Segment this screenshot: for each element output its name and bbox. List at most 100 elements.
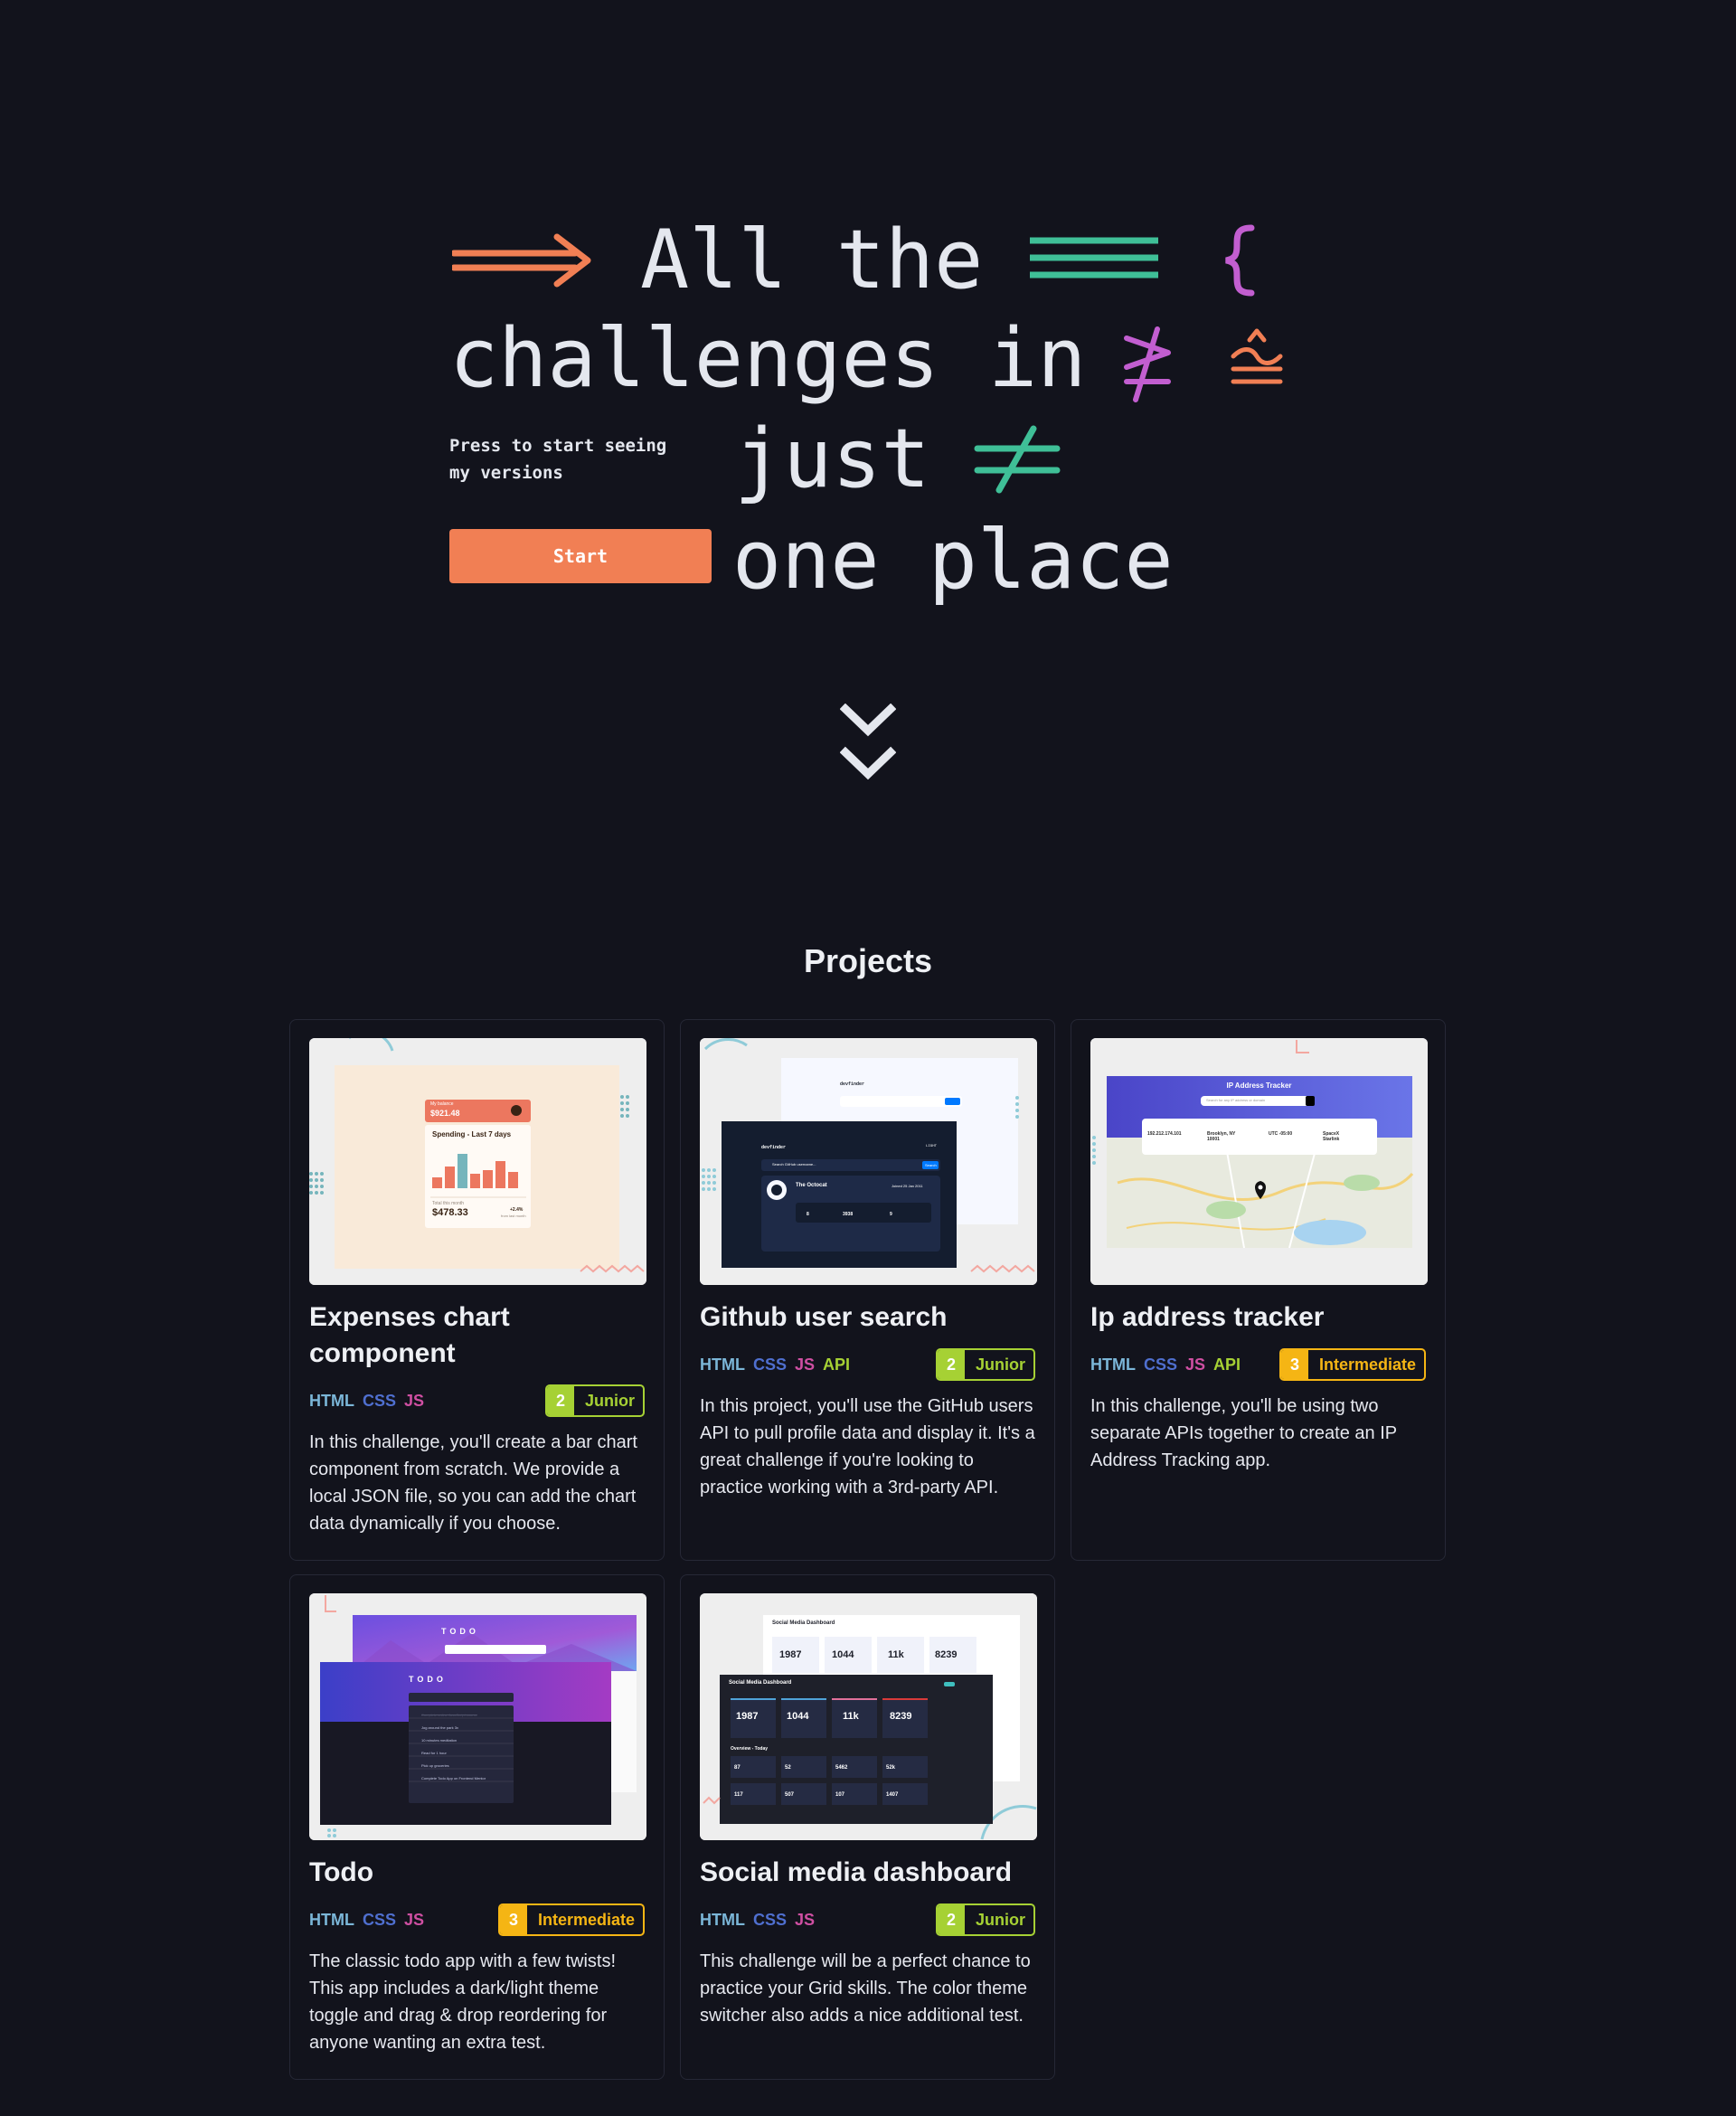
project-title: Ip address tracker <box>1090 1302 1325 1332</box>
thumb-following: 9 <box>890 1212 892 1217</box>
tag-js: JS <box>795 1355 816 1374</box>
tech-tags: HTML CSS JS API <box>1090 1356 1249 1374</box>
follower-count: 1044 <box>787 1711 809 1722</box>
tag-css: CSS <box>752 1910 787 1929</box>
difficulty-badge: 2 Junior <box>935 1903 1035 1936</box>
project-description: This challenge will be a perfect chance … <box>700 1951 1031 2026</box>
follower-count: 8239 <box>935 1649 958 1660</box>
tag-api: API <box>1213 1355 1241 1374</box>
thumb-heading-dark: TODO <box>409 1675 447 1684</box>
project-description: In this challenge, you'll be using two s… <box>1090 1396 1397 1470</box>
difficulty-badge: 3 Intermediate <box>497 1903 645 1936</box>
project-thumbnail: Social Media Dashboard Social Media Dash… <box>700 1593 1037 1840</box>
tech-tags: HTML CSS JS <box>309 1911 432 1930</box>
thumb-overview: Overview - Today <box>731 1746 769 1752</box>
project-thumbnail: My balance $921.48 Spending - Last 7 day… <box>309 1038 646 1285</box>
todo-item: Complete Todo App on Frontend Mentor <box>421 1776 486 1781</box>
thumb-timezone: UTC -05:00 <box>1269 1131 1293 1137</box>
thumb-total: $478.33 <box>432 1207 468 1218</box>
tag-html: HTML <box>309 1910 354 1929</box>
tag-html: HTML <box>700 1910 745 1929</box>
stat-value: 52 <box>785 1765 791 1771</box>
project-title: Expenses chart component <box>309 1302 510 1368</box>
project-description: In this project, you'll use the GitHub u… <box>700 1396 1035 1497</box>
difficulty-badge: 2 Junior <box>935 1348 1035 1381</box>
tag-css: CSS <box>752 1355 787 1374</box>
thumb-followers: 3938 <box>843 1212 854 1217</box>
project-title: Todo <box>309 1857 374 1887</box>
project-title: Github user search <box>700 1302 948 1332</box>
thumb-joined: Joined 25 Jan 2011 <box>892 1184 923 1188</box>
project-thumbnail: devfinder devfinder LIGHT Search GitHub … <box>700 1038 1037 1285</box>
thumb-chart-title: Spending - Last 7 days <box>432 1130 512 1138</box>
tag-html: HTML <box>309 1391 354 1410</box>
hero-line-4: one place <box>732 513 1174 608</box>
follower-count: 8239 <box>890 1711 912 1722</box>
thumb-repos: 8 <box>807 1212 809 1217</box>
project-card-expenses[interactable]: My balance $921.48 Spending - Last 7 day… <box>289 1019 665 1561</box>
hero-note: Press to start seeing my versions <box>449 436 667 483</box>
hero-line-2: challenges in <box>449 311 1087 406</box>
project-description: The classic todo app with a few twists! … <box>309 1951 617 2053</box>
thumb-heading-light: TODO <box>441 1627 479 1636</box>
thumb-heading-light: Social Media Dashboard <box>772 1620 835 1626</box>
not-equal-icon <box>974 425 1061 494</box>
stat-value: 52k <box>886 1765 896 1771</box>
thumb-heading: Social Media Dashboard <box>729 1680 792 1686</box>
start-button[interactable]: Start <box>449 529 712 583</box>
project-card-social-dashboard[interactable]: Social Media Dashboard Social Media Dash… <box>680 1574 1055 2080</box>
follower-count: 1044 <box>832 1649 854 1660</box>
thumb-balance: $921.48 <box>430 1109 460 1118</box>
not-greater-equal-icon <box>1124 326 1171 402</box>
difficulty-badge: 2 Junior <box>544 1384 645 1417</box>
stat-value: 107 <box>835 1792 845 1798</box>
tag-html: HTML <box>700 1355 745 1374</box>
follower-count: 11k <box>888 1649 904 1660</box>
stat-value: 5462 <box>835 1765 848 1771</box>
thumb-isp: SpaceX Starlink <box>1323 1131 1340 1142</box>
stat-value: 87 <box>734 1765 741 1771</box>
thumb-total-label: Total this month <box>432 1201 465 1206</box>
tag-api: API <box>823 1355 851 1374</box>
thumb-search: Search GitHub username... <box>772 1162 816 1167</box>
thumb-brand: devfinder <box>840 1082 865 1087</box>
thumb-todo-list: Complete online JavaScript course Jog ar… <box>421 1709 486 1785</box>
thumb-search: Search for any IP address or domain <box>1206 1098 1266 1102</box>
thumb-location: Brooklyn, NY 10001 <box>1207 1131 1236 1142</box>
project-title: Social media dashboard <box>700 1857 1013 1887</box>
tag-css: CSS <box>1143 1355 1177 1374</box>
tag-css: CSS <box>362 1910 396 1929</box>
follower-count: 1987 <box>779 1649 802 1660</box>
stat-value: 507 <box>785 1792 795 1798</box>
thumb-brand-dark: devfinder <box>761 1145 787 1150</box>
todo-item: 10 minutes meditation <box>421 1738 458 1743</box>
tag-js: JS <box>1185 1355 1206 1374</box>
thumb-mode: LIGHT <box>926 1145 938 1148</box>
project-description: In this challenge, you'll create a bar c… <box>309 1432 637 1534</box>
thumb-pct: +2.4% <box>510 1207 524 1213</box>
thumb-user-name: The Octocat <box>796 1183 827 1188</box>
thumb-pct-label: from last month <box>501 1214 526 1218</box>
project-card-github[interactable]: devfinder devfinder LIGHT Search GitHub … <box>680 1019 1055 1561</box>
stat-value: 117 <box>734 1792 743 1798</box>
todo-item: Jog around the park 3x <box>421 1725 458 1730</box>
follower-count: 11k <box>843 1711 859 1722</box>
double-arrow-icon <box>452 233 591 288</box>
triple-equals-icon <box>1030 237 1158 279</box>
tag-js: JS <box>404 1391 425 1410</box>
tech-tags: HTML CSS JS <box>700 1911 823 1930</box>
project-card-todo[interactable]: TODO TODO Complete online JavaScript cou… <box>289 1574 665 2080</box>
thumb-balance-label: My balance <box>430 1101 454 1107</box>
tag-js: JS <box>795 1910 816 1929</box>
todo-item: Complete online JavaScript course <box>421 1713 477 1717</box>
project-card-ip-tracker[interactable]: 192.212.174.101 Brooklyn, NY 10001 UTC -… <box>1071 1019 1446 1561</box>
todo-item: Pick up groceries <box>421 1763 449 1768</box>
scroll-down-icon[interactable] <box>840 704 896 794</box>
difficulty-badge: 3 Intermediate <box>1278 1348 1426 1381</box>
hero-line-3: just <box>734 411 930 506</box>
stat-value: 1407 <box>886 1792 899 1798</box>
project-thumbnail: TODO TODO Complete online JavaScript cou… <box>309 1593 646 1840</box>
tag-html: HTML <box>1090 1355 1136 1374</box>
hero-line-1: All the <box>640 213 984 307</box>
approx-equal-icon <box>1231 328 1283 384</box>
